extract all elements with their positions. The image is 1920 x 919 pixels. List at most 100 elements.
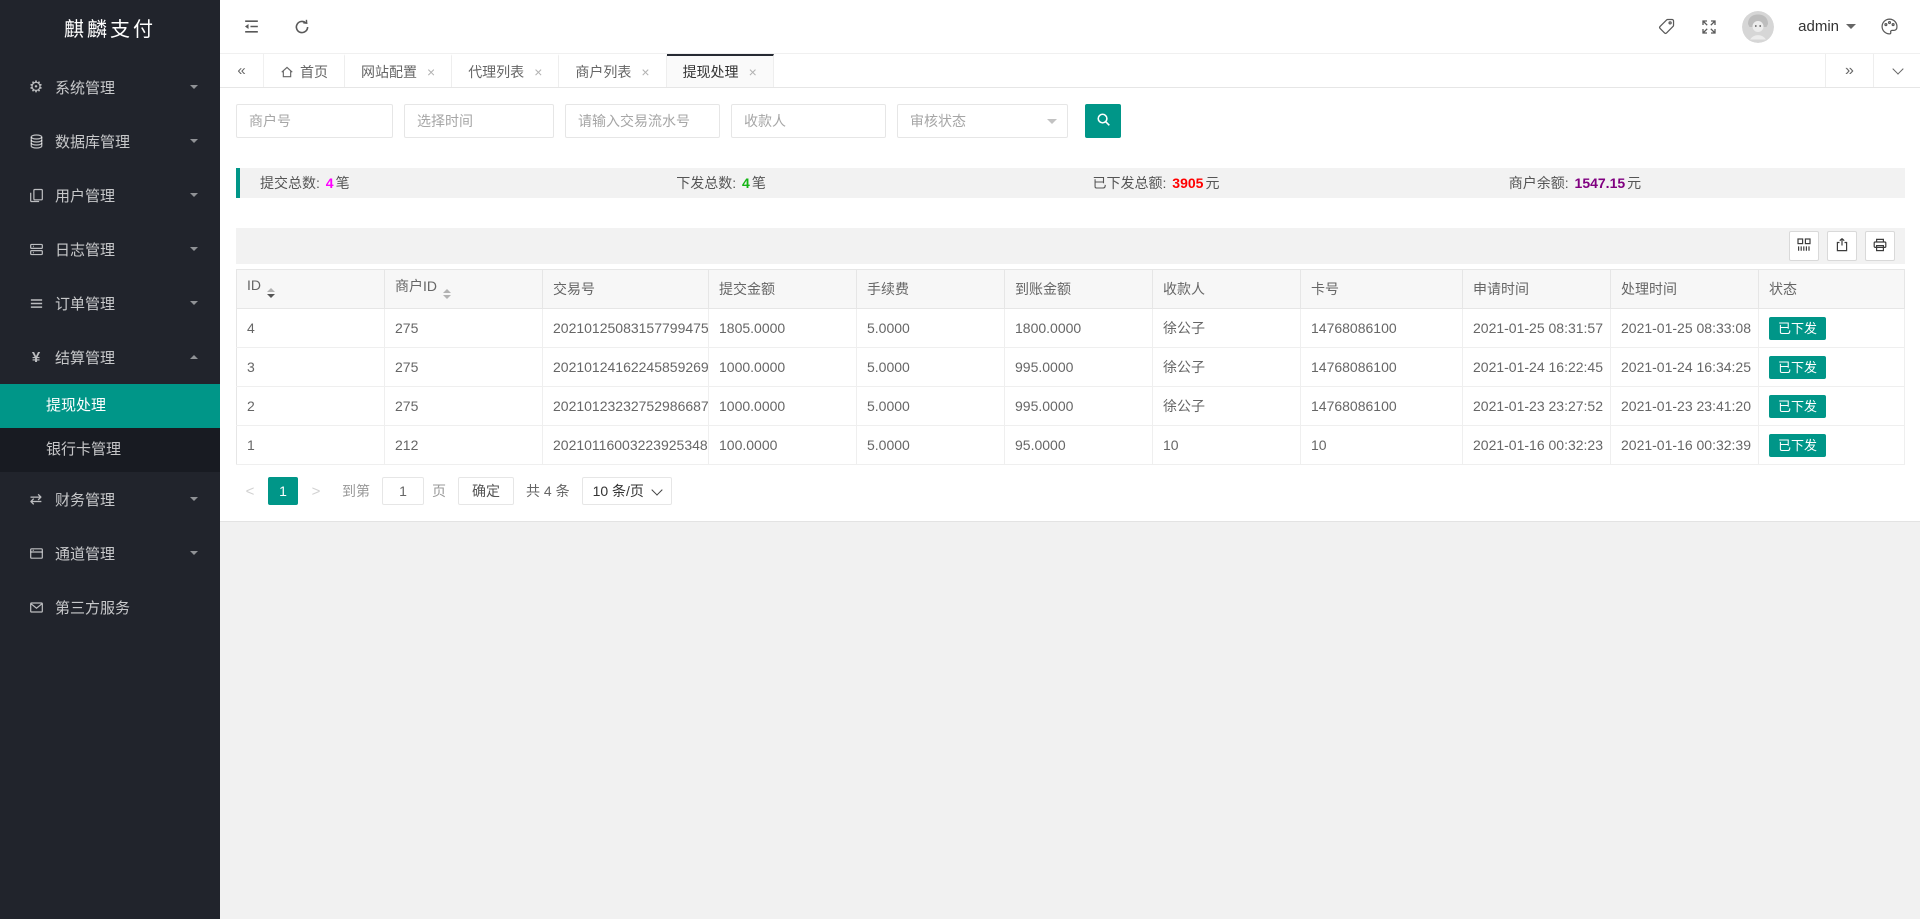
tabs-more-button[interactable]: » — [1825, 54, 1873, 87]
content-card: 审核状态 提交总数: 4笔下发总数: 4笔已下发总额: 3905元商户余额: 1… — [220, 88, 1920, 522]
sidebar-subitem[interactable]: 银行卡管理 — [0, 428, 220, 472]
sidebar-menu: ⚙ 系统管理 数据库管理 用户管理 日志管理 订单管理 ¥ 结算管理提现处理银行… — [0, 60, 220, 634]
page-size-value: 10 条/页 — [593, 481, 644, 501]
table-cell: 212 — [385, 426, 543, 465]
goto-page-input[interactable] — [382, 477, 424, 505]
fullscreen-icon[interactable] — [1700, 18, 1718, 36]
avatar[interactable] — [1742, 11, 1774, 43]
status-badge: 已下发 — [1769, 356, 1826, 379]
stat: 商户余额: 1547.15元 — [1489, 173, 1905, 193]
table-cell: 2021-01-24 16:34:25 — [1611, 348, 1759, 387]
export-button[interactable] — [1827, 231, 1857, 261]
topbar: admin — [220, 0, 1920, 54]
table-cell: 2021-01-25 08:33:08 — [1611, 309, 1759, 348]
chevron-down-icon — [190, 301, 198, 309]
stat-value: 4 — [326, 175, 334, 191]
column-header[interactable]: 商户ID — [385, 270, 543, 309]
table-cell: 4 — [237, 309, 385, 348]
table-cell: 14768086100 — [1301, 309, 1463, 348]
theme-palette-icon[interactable] — [1880, 17, 1899, 36]
close-icon[interactable]: × — [534, 64, 542, 80]
close-icon[interactable]: × — [427, 64, 435, 80]
chevron-down-icon — [190, 497, 198, 505]
sidebar-item[interactable]: ⚙ 系统管理 — [0, 60, 220, 114]
stat-unit: 元 — [1627, 175, 1641, 191]
print-icon — [1872, 237, 1888, 256]
channel-icon — [26, 546, 46, 561]
sidebar: 麒麟支付 ⚙ 系统管理 数据库管理 用户管理 日志管理 订单管理 ¥ 结算管理提… — [0, 0, 220, 919]
sidebar-item[interactable]: 通道管理 — [0, 526, 220, 580]
confirm-button[interactable]: 确定 — [458, 477, 514, 505]
tab[interactable]: 网站配置× — [345, 54, 452, 87]
stat-unit: 元 — [1205, 175, 1219, 191]
sort-icon[interactable] — [267, 284, 275, 302]
page-size-select[interactable]: 10 条/页 — [582, 477, 672, 505]
column-header[interactable]: ID — [237, 270, 385, 309]
sidebar-item[interactable]: ⇄ 财务管理 — [0, 472, 220, 526]
chevron-down-icon — [190, 193, 198, 201]
date-input[interactable] — [404, 104, 554, 138]
sidebar-item[interactable]: 日志管理 — [0, 222, 220, 276]
audit-status-select[interactable]: 审核状态 — [897, 104, 1068, 138]
user-menu[interactable]: admin — [1798, 18, 1856, 35]
sidebar-item-label: 财务管理 — [55, 489, 190, 510]
tab-label: 提现处理 — [683, 62, 739, 82]
table-cell: 1805.0000 — [709, 309, 857, 348]
refresh-icon[interactable] — [293, 18, 311, 36]
sidebar-submenu: 提现处理银行卡管理 — [0, 384, 220, 472]
next-page-button[interactable]: > — [302, 477, 330, 505]
sidebar-subitem[interactable]: 提现处理 — [0, 384, 220, 428]
table-cell: 275 — [385, 387, 543, 426]
table-cell: 14768086100 — [1301, 348, 1463, 387]
search-icon — [1096, 112, 1111, 130]
table-row: 12122021011600322392534881100.00005.0000… — [237, 426, 1905, 465]
status-badge: 已下发 — [1769, 434, 1826, 457]
sidebar-item[interactable]: ¥ 结算管理 — [0, 330, 220, 384]
total-count: 共 4 条 — [526, 481, 570, 501]
column-header: 交易号 — [543, 270, 709, 309]
tab[interactable]: 首页 — [264, 54, 345, 87]
database-icon — [26, 134, 46, 149]
sidebar-item-label: 订单管理 — [55, 293, 190, 314]
sidebar-item-label: 用户管理 — [55, 185, 190, 206]
search-button[interactable] — [1085, 104, 1121, 138]
tabs-scroll-left-button[interactable]: « — [220, 54, 264, 87]
table-cell: 2021-01-16 00:32:23 — [1463, 426, 1611, 465]
column-header: 卡号 — [1301, 270, 1463, 309]
tab[interactable]: 商户列表× — [559, 54, 666, 87]
sidebar-item[interactable]: 第三方服务 — [0, 580, 220, 634]
print-button[interactable] — [1865, 231, 1895, 261]
close-icon[interactable]: × — [749, 64, 757, 80]
trade-no-input[interactable] — [565, 104, 720, 138]
column-header: 手续费 — [857, 270, 1005, 309]
tab[interactable]: 代理列表× — [452, 54, 559, 87]
stat: 下发总数: 4笔 — [656, 173, 1072, 193]
close-icon[interactable]: × — [641, 64, 649, 80]
page-background — [220, 522, 1920, 919]
table-cell: 徐公子 — [1153, 348, 1301, 387]
sidebar-item[interactable]: 用户管理 — [0, 168, 220, 222]
current-page-button[interactable]: 1 — [268, 477, 298, 505]
table-cell: 2021-01-23 23:27:52 — [1463, 387, 1611, 426]
columns-button[interactable] — [1789, 231, 1819, 261]
table-cell: 995.0000 — [1005, 348, 1153, 387]
tabs-operations-button[interactable] — [1873, 54, 1920, 87]
sidebar-item[interactable]: 订单管理 — [0, 276, 220, 330]
pagination: < 1 > 到第 页 确定 共 4 条 10 条/页 — [236, 477, 1905, 505]
stat-label: 已下发总额: — [1093, 175, 1171, 191]
tab[interactable]: 提现处理 × — [667, 54, 774, 87]
table-cell: 995.0000 — [1005, 387, 1153, 426]
prev-page-button[interactable]: < — [236, 477, 264, 505]
sidebar-item[interactable]: 数据库管理 — [0, 114, 220, 168]
log-icon — [26, 242, 46, 257]
sort-icon[interactable] — [443, 285, 451, 303]
topbar-left — [242, 17, 311, 36]
merchant-no-input[interactable] — [236, 104, 393, 138]
page-label: 页 — [432, 481, 446, 501]
table-cell: 徐公子 — [1153, 309, 1301, 348]
sidebar-item-label: 通道管理 — [55, 543, 190, 564]
collapse-sidebar-icon[interactable] — [242, 17, 261, 36]
table-cell: 1000.0000 — [709, 348, 857, 387]
tag-icon[interactable] — [1657, 17, 1676, 36]
payee-input[interactable] — [731, 104, 886, 138]
